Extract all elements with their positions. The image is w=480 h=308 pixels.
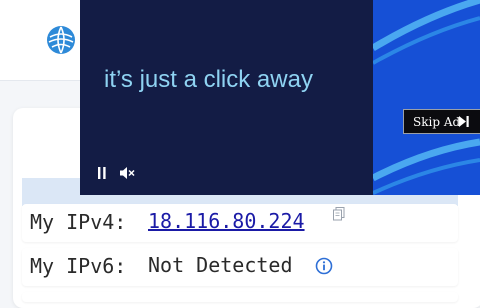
skip-forward-icon xyxy=(459,116,469,127)
pause-icon[interactable] xyxy=(97,167,107,179)
skip-ad-label: Skip Ad xyxy=(413,115,461,129)
mute-icon[interactable] xyxy=(119,166,135,180)
ipv6-row: My IPv6: Not Detected xyxy=(22,248,458,286)
ad-swoosh-graphic xyxy=(373,0,480,195)
ipv4-row: My IPv4: 18.116.80.224 xyxy=(22,204,458,242)
video-ad-overlay[interactable]: it’s just a click away xyxy=(80,0,480,195)
info-icon[interactable] xyxy=(315,257,333,275)
globe-logo-icon[interactable] xyxy=(46,25,76,55)
ipv6-value: Not Detected xyxy=(148,253,293,277)
ipv4-address-link[interactable]: 18.116.80.224 xyxy=(148,209,305,233)
skip-ad-button[interactable]: Skip Ad xyxy=(403,109,480,134)
ad-graphic xyxy=(373,0,480,195)
ipv6-label: My IPv6: xyxy=(30,254,127,278)
copy-icon[interactable] xyxy=(333,207,345,221)
next-row xyxy=(22,292,458,302)
ipv4-label: My IPv4: xyxy=(30,210,127,234)
ad-headline: it’s just a click away xyxy=(104,66,313,93)
